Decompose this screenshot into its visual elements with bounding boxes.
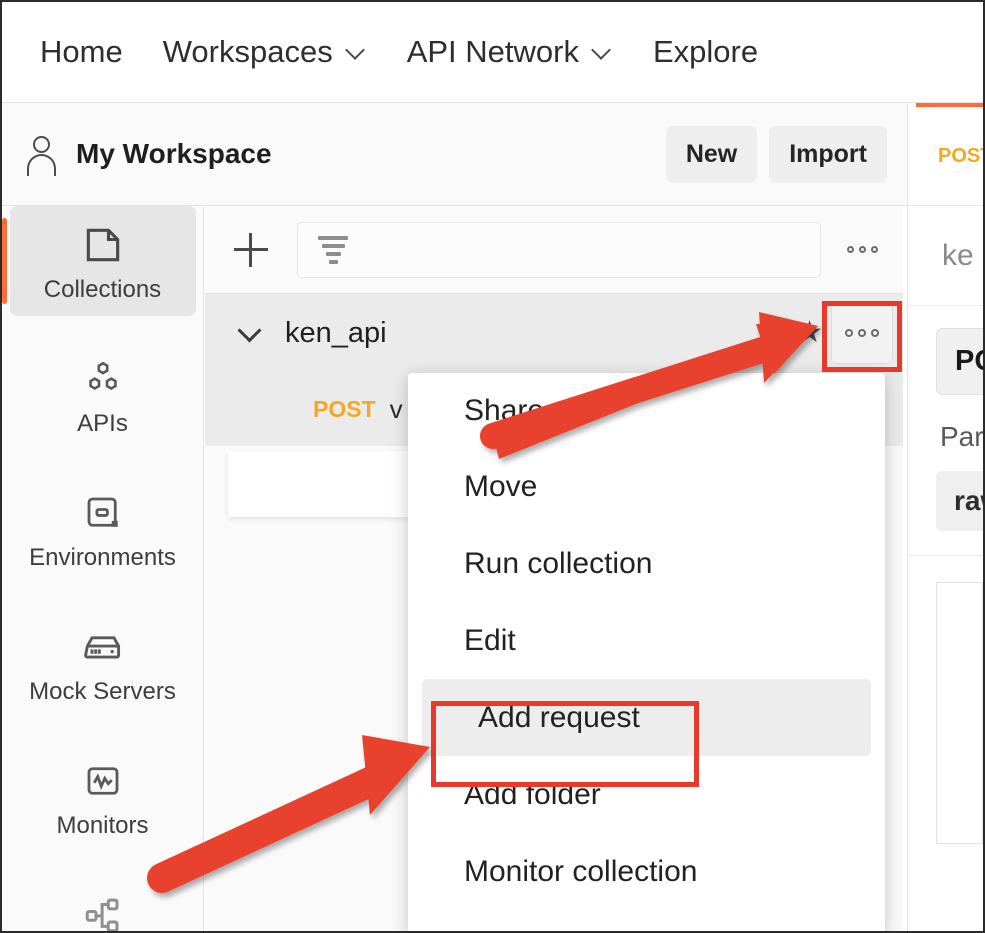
- breadcrumb[interactable]: ke: [908, 206, 983, 306]
- request-tab-strip: POST: [908, 103, 983, 206]
- person-icon: [24, 134, 60, 176]
- collection-row-actions: ★: [796, 302, 893, 364]
- star-icon[interactable]: ★: [796, 318, 823, 348]
- sidebar-item-apis[interactable]: APIs: [10, 340, 196, 450]
- top-navigation-bar: Home Workspaces API Network Explore: [2, 2, 983, 103]
- menu-item-monitor-collection[interactable]: Monitor collection: [408, 833, 885, 910]
- menu-item-run-collection[interactable]: Run collection: [408, 525, 885, 602]
- filter-funnel-icon: [316, 235, 350, 264]
- flows-icon: [10, 892, 196, 931]
- request-name-label: v: [389, 393, 403, 424]
- menu-item-label: Run collection: [464, 546, 653, 580]
- sidebar-item-collections[interactable]: Collections: [2, 206, 196, 316]
- chevron-down-icon: [593, 42, 613, 62]
- menu-item-label: Add request: [478, 700, 640, 734]
- menu-item-add-request[interactable]: Add request: [422, 679, 871, 756]
- menu-item-share[interactable]: Share: [408, 373, 885, 449]
- request-tab-active[interactable]: POST: [916, 103, 983, 205]
- apis-icon: [10, 356, 196, 402]
- menu-item-label: Edit: [464, 623, 516, 657]
- search-input[interactable]: [297, 221, 821, 278]
- chevron-down-icon[interactable]: [237, 320, 263, 346]
- import-button[interactable]: Import: [769, 125, 887, 183]
- monitors-icon: [10, 758, 196, 804]
- collection-context-menu: Share Move Run collection Edit Add reque…: [408, 373, 885, 931]
- request-pane: POST ke PO Par raw: [907, 103, 983, 931]
- new-button[interactable]: New: [665, 125, 758, 183]
- request-method-label: POST: [313, 395, 376, 422]
- http-method-select[interactable]: PO: [936, 328, 983, 395]
- collection-more-button[interactable]: [831, 302, 893, 364]
- request-url-row: PO: [908, 306, 983, 395]
- menu-item-label: Move: [464, 470, 538, 503]
- menu-item-move[interactable]: Move: [408, 449, 885, 525]
- topnav-label: Explore: [652, 34, 759, 69]
- sidebar-item-label: Collections: [43, 276, 162, 303]
- app-window: Home Workspaces API Network Explore My W…: [0, 0, 985, 933]
- request-tooltip-popover: [228, 451, 415, 517]
- environments-icon: [10, 490, 196, 536]
- sidebar-item-mock-servers[interactable]: Mock Servers: [10, 608, 196, 718]
- divider: [908, 555, 983, 556]
- collection-name: ken_api: [285, 316, 387, 349]
- menu-item-label: Monitor collection: [464, 854, 698, 888]
- topnav-label: Home: [40, 34, 123, 69]
- collection-row-ken-api[interactable]: ken_api ★: [205, 294, 903, 372]
- menu-item-add-folder[interactable]: Add folder: [408, 756, 885, 833]
- collections-more-icon[interactable]: [839, 227, 885, 273]
- tab-params[interactable]: Par: [908, 395, 983, 453]
- menu-item-edit[interactable]: Edit: [408, 602, 885, 679]
- collections-icon: [10, 222, 196, 268]
- menu-item-label: Share: [464, 394, 545, 427]
- sidebar-item-label: Environments: [29, 544, 176, 571]
- menu-item-label: Add folder: [464, 777, 601, 811]
- topnav-label: Workspaces: [162, 34, 333, 69]
- body-type-raw[interactable]: raw: [936, 471, 983, 531]
- workspace-header: My Workspace New Import: [2, 103, 907, 206]
- topnav-label: API Network: [406, 34, 579, 69]
- sidebar-item-label: Mock Servers: [29, 678, 176, 705]
- collections-toolbar: [205, 206, 903, 294]
- plus-icon[interactable]: [229, 228, 273, 272]
- request-tab-method: POST: [938, 144, 983, 167]
- sidebar-item-monitors[interactable]: Monitors: [10, 742, 196, 852]
- mock-servers-icon: [10, 624, 196, 670]
- sidebar-item-label: APIs: [77, 410, 128, 437]
- sidebar-rail: Collections APIs Environments Mock Serve…: [2, 206, 204, 931]
- chevron-down-icon: [347, 42, 367, 62]
- topnav-item-api-network[interactable]: API Network: [407, 34, 613, 70]
- topnav-item-workspaces[interactable]: Workspaces: [163, 34, 367, 70]
- workspace-header-actions: New Import: [665, 125, 887, 183]
- sidebar-item-environments[interactable]: Environments: [10, 474, 196, 584]
- workspace-title: My Workspace: [76, 138, 272, 169]
- sidebar-item-label: Monitors: [56, 812, 149, 839]
- sidebar-item-flows[interactable]: Flows: [10, 876, 196, 931]
- topnav-item-home[interactable]: Home: [40, 34, 123, 70]
- body-editor[interactable]: [936, 582, 983, 844]
- topnav-item-explore[interactable]: Explore: [653, 34, 758, 70]
